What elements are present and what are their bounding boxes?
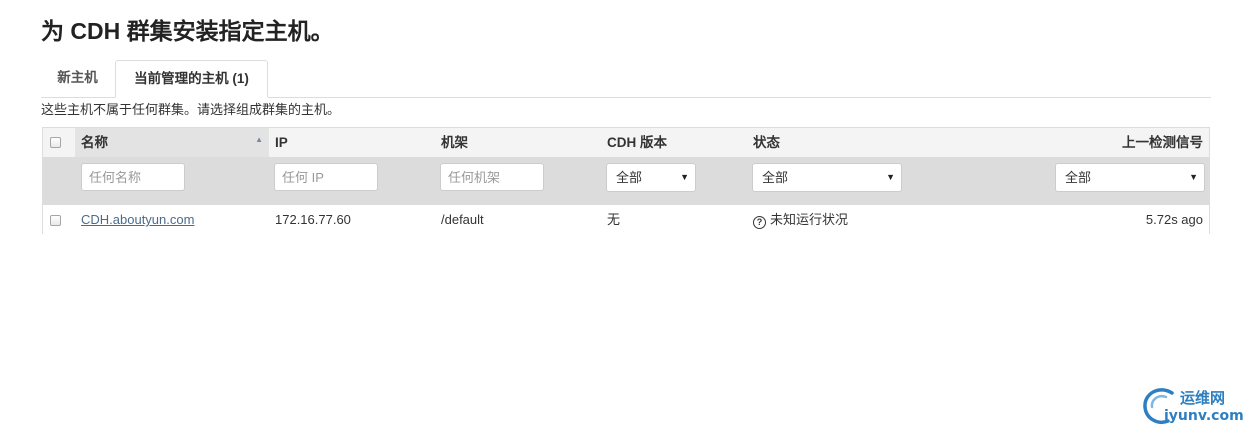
status-filter-value: 全部 <box>762 170 789 185</box>
host-tabs: 新主机 当前管理的主机 (1) <box>41 60 1211 98</box>
tab-current-managed-hosts[interactable]: 当前管理的主机 (1) <box>115 60 268 98</box>
caret-down-icon: ▼ <box>886 172 895 182</box>
ip-filter-input[interactable] <box>274 163 378 191</box>
cdh-version-filter-value: 全部 <box>616 170 643 185</box>
column-header-ip[interactable]: IP <box>269 128 435 157</box>
table-header-row: 名称 ▲ IP 机架 CDH 版本 状态 上一检测信号 <box>43 128 1209 157</box>
watermark-cn-text: 运维网 <box>1180 390 1226 407</box>
column-header-name[interactable]: 名称 ▲ <box>75 128 269 157</box>
host-last-heartbeat-cell: 5.72s ago <box>1145 212 1203 227</box>
column-header-last-heartbeat[interactable]: 上一检测信号 <box>947 128 1209 157</box>
watermark-en-text: iyunv.com <box>1164 408 1244 424</box>
heartbeat-filter-select[interactable]: 全部 ▼ <box>1055 163 1205 192</box>
column-header-cdh-version[interactable]: CDH 版本 <box>601 128 747 157</box>
caret-down-icon: ▼ <box>680 172 689 182</box>
host-rack-cell: /default <box>441 212 484 227</box>
info-text: 这些主机不属于任何群集。请选择组成群集的主机。 <box>41 102 341 117</box>
status-filter-select[interactable]: 全部 ▼ <box>752 163 902 192</box>
host-status-label: 未知运行状况 <box>770 212 849 227</box>
cdh-version-filter-select[interactable]: 全部 ▼ <box>606 163 696 192</box>
column-header-status[interactable]: 状态 <box>747 128 947 157</box>
table-row: CDH.aboutyun.com 172.16.77.60 /default 无… <box>43 205 1209 234</box>
column-header-rack[interactable]: 机架 <box>435 128 601 157</box>
row-select-checkbox[interactable] <box>50 215 61 226</box>
watermark-logo: 运维网 iyunv.com <box>1142 385 1244 429</box>
name-filter-input[interactable] <box>81 163 185 191</box>
select-all-checkbox[interactable] <box>50 137 61 148</box>
hosts-table: 名称 ▲ IP 机架 CDH 版本 状态 上一检测信号 全部 ▼ 全部 ▼ 全部… <box>42 127 1210 234</box>
table-filter-row: 全部 ▼ 全部 ▼ 全部 ▼ <box>43 157 1209 205</box>
heartbeat-filter-value: 全部 <box>1065 170 1092 185</box>
rack-filter-input[interactable] <box>440 163 544 191</box>
host-name-cell: CDH.aboutyun.com <box>75 205 269 234</box>
select-all-cell <box>43 128 75 157</box>
host-status-cell: ? 未知运行状况 <box>747 205 947 234</box>
sort-ascending-icon: ▲ <box>255 135 263 144</box>
question-circle-icon: ? <box>753 216 766 229</box>
host-ip-cell: 172.16.77.60 <box>275 212 351 227</box>
column-header-name-label: 名称 <box>81 135 108 150</box>
tab-new-hosts[interactable]: 新主机 <box>41 60 114 96</box>
page-title: 为 CDH 群集安装指定主机。 <box>41 18 334 44</box>
host-cdh-version-cell: 无 <box>607 212 621 227</box>
row-select-cell <box>43 205 75 234</box>
caret-down-icon: ▼ <box>1189 172 1198 182</box>
host-name-link[interactable]: CDH.aboutyun.com <box>81 212 194 227</box>
